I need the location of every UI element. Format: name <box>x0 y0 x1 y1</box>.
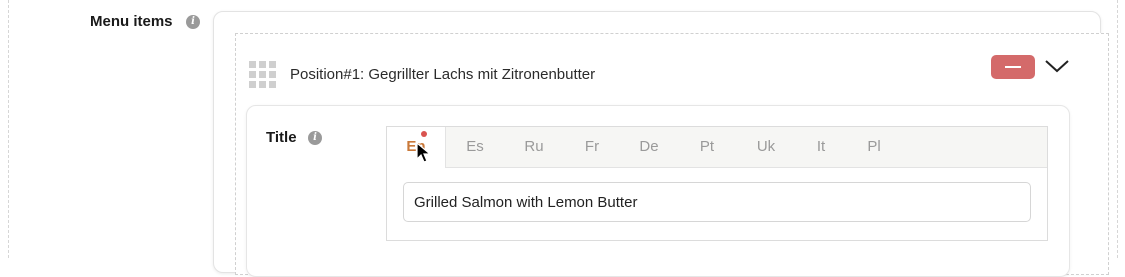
mouse-pointer-icon <box>416 142 432 163</box>
menu-item-title: Position#1: Gegrillter Lachs mit Zitrone… <box>290 66 596 83</box>
tab-it[interactable]: It <box>793 127 849 167</box>
language-tabs: En Es Ru Fr De Pt Uk It Pl <box>387 127 1047 168</box>
drag-handle-icon[interactable] <box>249 61 276 88</box>
tab-pl[interactable]: Pl <box>846 127 902 167</box>
page-edge-guide <box>8 0 9 258</box>
tab-pt[interactable]: Pt <box>679 127 735 167</box>
tab-ru[interactable]: Ru <box>506 127 562 167</box>
language-tabs-panel: En Es Ru Fr De Pt Uk It Pl <box>386 126 1048 241</box>
minus-icon <box>1005 66 1021 68</box>
page-edge-guide <box>1117 0 1118 258</box>
tab-es[interactable]: Es <box>447 127 503 167</box>
info-icon[interactable]: i <box>186 15 200 29</box>
menu-items-label: Menu items <box>90 13 173 30</box>
title-label: Title <box>266 129 297 146</box>
title-input[interactable] <box>403 182 1031 222</box>
chevron-down-icon[interactable] <box>1044 58 1070 74</box>
tab-fr[interactable]: Fr <box>564 127 620 167</box>
tab-de[interactable]: De <box>621 127 677 167</box>
info-icon[interactable]: i <box>308 131 322 145</box>
remove-item-button[interactable] <box>991 55 1035 79</box>
error-dot-icon <box>421 131 427 137</box>
tab-uk[interactable]: Uk <box>738 127 794 167</box>
